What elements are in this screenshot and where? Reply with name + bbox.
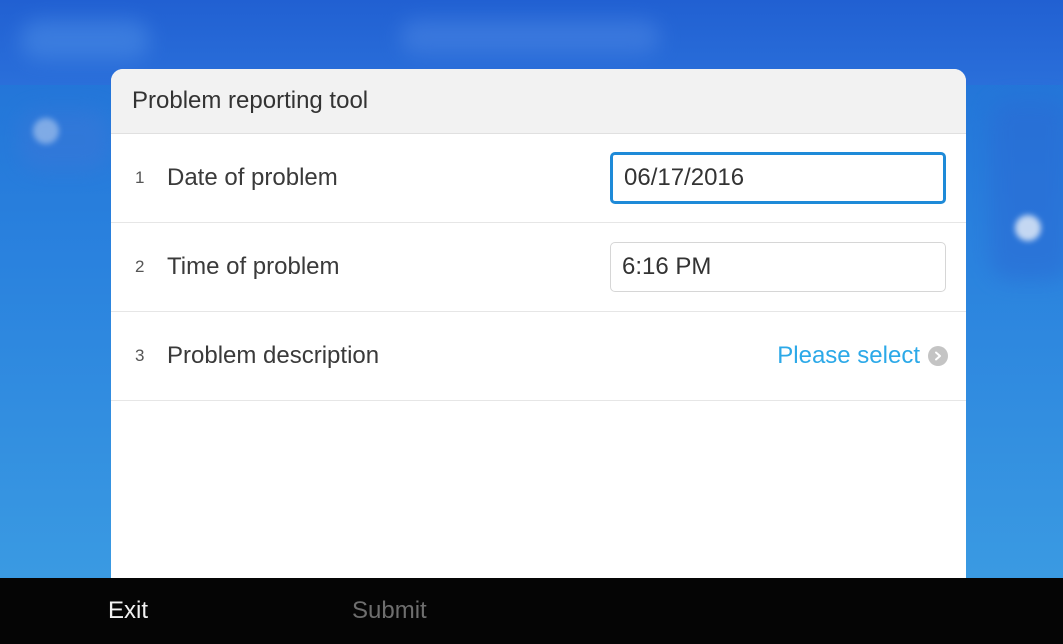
- chevron-right-circle-icon: [928, 346, 948, 366]
- softkey-bar: Exit Submit: [0, 578, 1063, 644]
- row-number: 1: [135, 168, 145, 187]
- problem-description-select[interactable]: Please select: [777, 342, 948, 370]
- time-of-problem-input[interactable]: 6:16 PM: [610, 242, 946, 292]
- dialog-header: Problem reporting tool: [111, 69, 966, 134]
- date-of-problem-label: Date of problem: [167, 164, 338, 191]
- row-number: 3: [135, 346, 145, 365]
- date-of-problem-input[interactable]: 06/17/2016: [610, 152, 946, 204]
- exit-button[interactable]: Exit: [108, 597, 148, 625]
- time-of-problem-label: Time of problem: [167, 253, 340, 280]
- blurred-dot: [1015, 215, 1041, 241]
- time-of-problem-row: 2 Time of problem 6:16 PM: [111, 223, 966, 312]
- time-of-problem-value: 6:16 PM: [622, 253, 712, 280]
- submit-button[interactable]: Submit: [352, 597, 427, 625]
- blurred-element: [990, 100, 1063, 280]
- blurred-dot: [33, 118, 59, 144]
- blurred-element: [20, 110, 110, 170]
- date-of-problem-row: 1 Date of problem 06/17/2016: [111, 134, 966, 223]
- problem-description-label: Problem description: [167, 342, 380, 369]
- blurred-element: [400, 20, 660, 54]
- dialog-title: Problem reporting tool: [132, 87, 369, 114]
- problem-reporting-dialog: Problem reporting tool 1 Date of problem…: [111, 69, 966, 589]
- date-of-problem-value: 06/17/2016: [624, 164, 745, 191]
- problem-description-row[interactable]: 3 Problem description Please select: [111, 312, 966, 401]
- row-number: 2: [135, 257, 145, 276]
- blurred-element: [20, 20, 150, 60]
- please-select-label: Please select: [777, 342, 920, 369]
